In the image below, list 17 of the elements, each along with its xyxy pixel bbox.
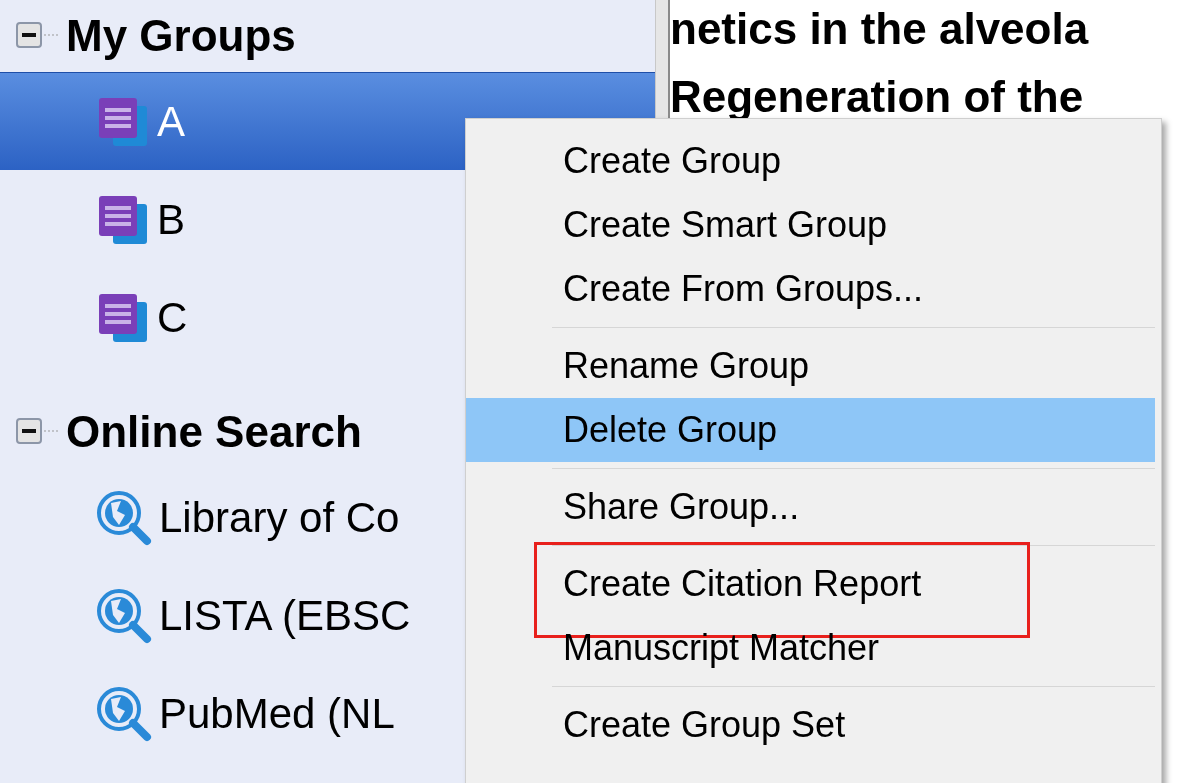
document-text: Regeneration of the — [670, 72, 1084, 122]
collapse-icon[interactable] — [16, 22, 58, 50]
menu-item[interactable]: Create Group Set — [466, 693, 1155, 757]
globe-search-icon — [95, 684, 153, 743]
section-title[interactable]: Online Search — [66, 407, 362, 457]
document-text: netics in the alveola — [670, 4, 1089, 54]
menu-item[interactable]: Create Citation Report — [466, 552, 1155, 616]
menu-item[interactable]: Share Group... — [466, 475, 1155, 539]
section-title[interactable]: My Groups — [66, 11, 296, 61]
globe-search-icon — [95, 586, 153, 645]
collapse-icon[interactable] — [16, 418, 58, 446]
menu-item[interactable]: Create From Groups... — [466, 257, 1155, 321]
menu-item[interactable]: Manuscript Matcher — [466, 616, 1155, 680]
menu-item[interactable]: Create Smart Group — [466, 193, 1155, 257]
menu-item[interactable]: Delete Group — [466, 398, 1155, 462]
menu-item[interactable]: Rename Group — [466, 334, 1155, 398]
globe-search-icon — [95, 488, 153, 547]
